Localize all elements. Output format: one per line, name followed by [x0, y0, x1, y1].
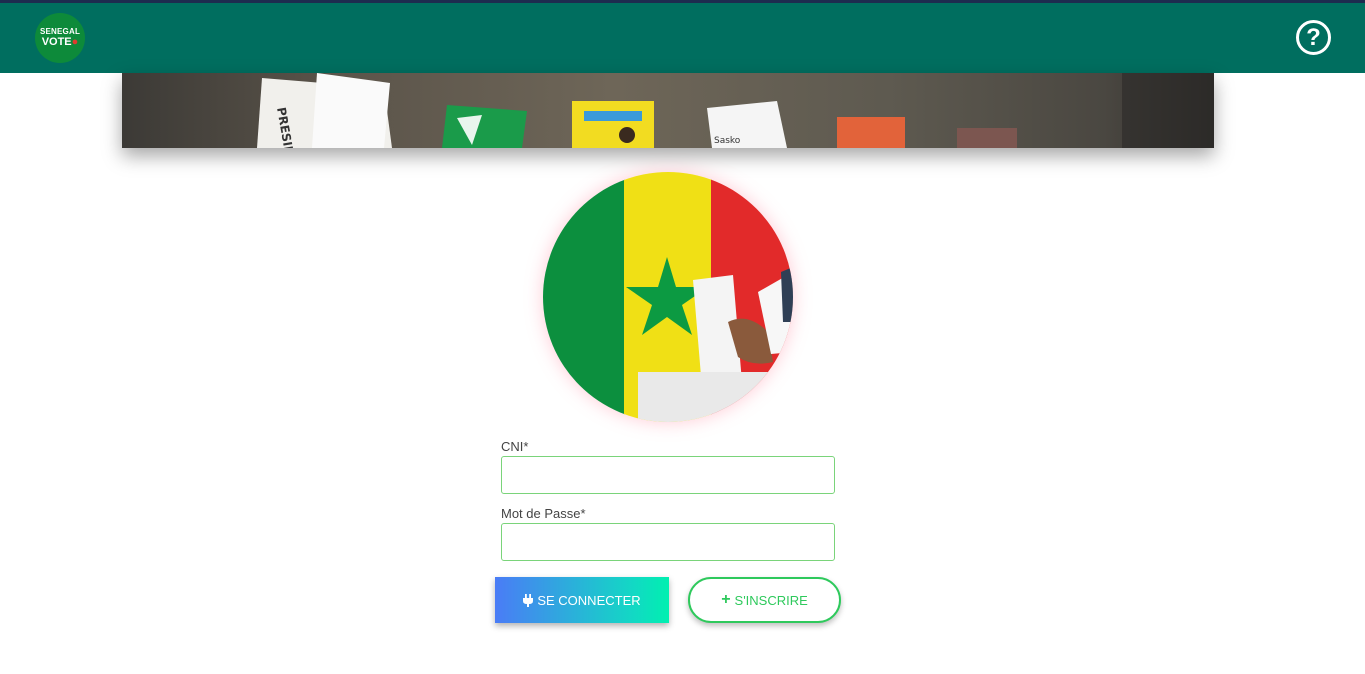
plus-icon: + — [721, 591, 731, 608]
svg-text:Sasko: Sasko — [714, 136, 741, 146]
senegal-vote-logo[interactable]: SENEGAL VOTE● — [35, 13, 85, 63]
signup-button-label: S'INSCRIRE — [734, 592, 808, 608]
ballot-papers-banner: PRESIDEN Sasko — [122, 73, 1214, 148]
senegal-flag-ballot-image — [543, 172, 793, 422]
plug-icon — [523, 593, 534, 607]
banner-image: PRESIDEN Sasko — [257, 73, 1214, 148]
logo-line-2: VOTE● — [42, 37, 79, 48]
logo-accent-icon: ● — [71, 36, 79, 48]
navbar: SENEGAL VOTE● ? — [0, 3, 1365, 73]
cni-label: CNI* — [501, 439, 529, 454]
help-icon[interactable]: ? — [1296, 20, 1331, 55]
logo-line-2-text: VOTE — [41, 36, 72, 48]
cni-field[interactable] — [501, 456, 835, 494]
login-button-label: SE CONNECTER — [537, 592, 641, 608]
password-label: Mot de Passe* — [501, 506, 586, 521]
login-button[interactable]: SE CONNECTER — [495, 577, 669, 623]
signup-button[interactable]: + S'INSCRIRE — [688, 577, 841, 623]
logo-line-1: SENEGAL — [39, 27, 81, 36]
password-field[interactable] — [501, 523, 835, 561]
